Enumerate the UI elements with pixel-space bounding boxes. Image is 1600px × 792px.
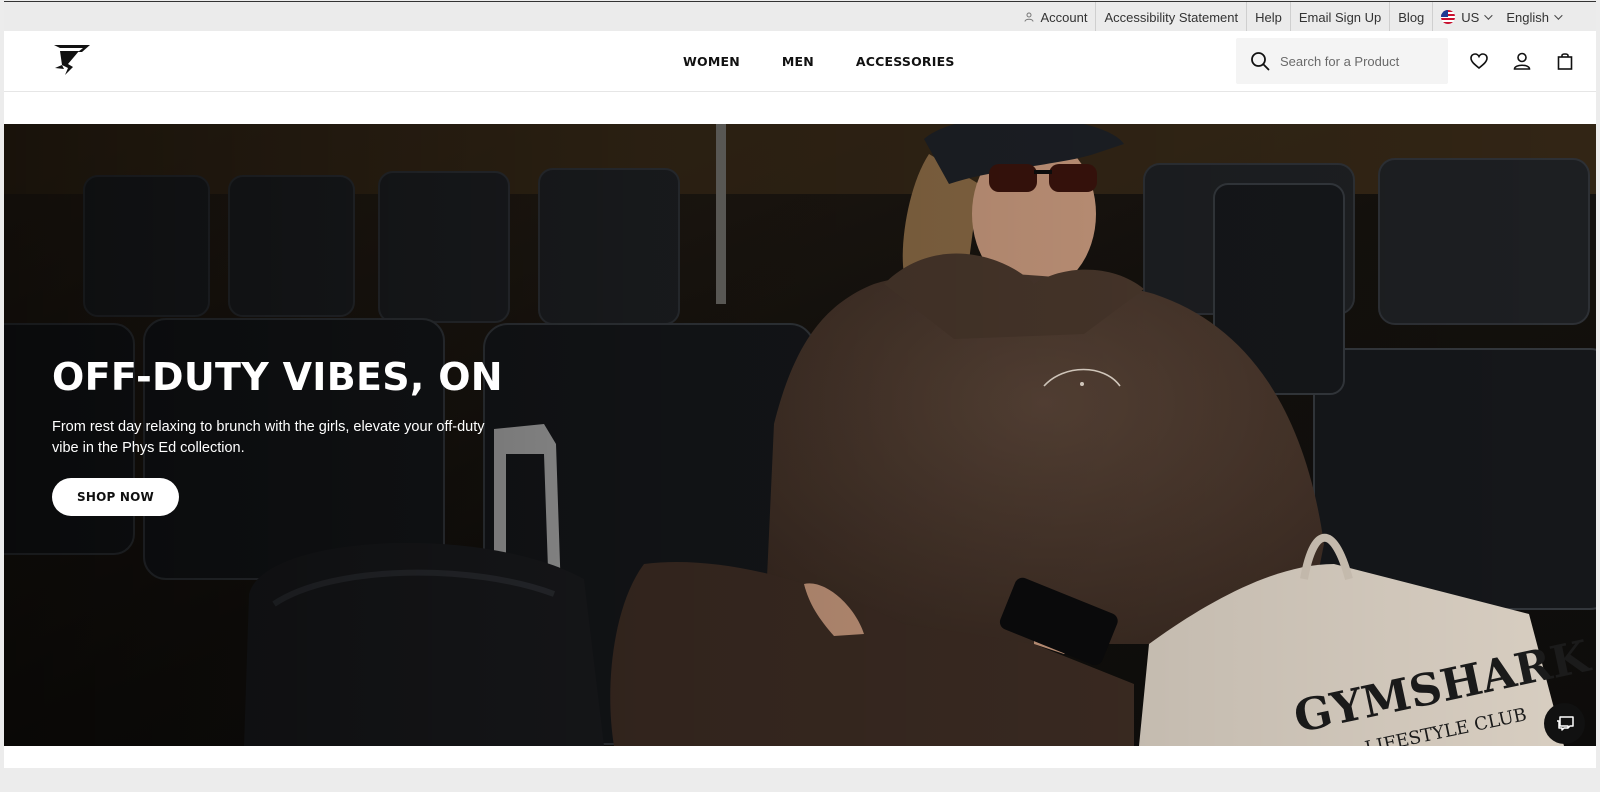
chat-icon[interactable]: [1544, 703, 1585, 744]
utility-links: Account Accessibility Statement Help Ema…: [1016, 2, 1568, 32]
nav-women[interactable]: WOMEN: [683, 54, 740, 69]
hero-title: OFF-DUTY VIBES, ON: [52, 355, 503, 399]
account-link[interactable]: Account: [1016, 2, 1097, 32]
account-user-icon[interactable]: [1511, 50, 1533, 72]
help-link[interactable]: Help: [1247, 2, 1291, 32]
account-label: Account: [1040, 9, 1088, 25]
region-selector[interactable]: US: [1433, 2, 1498, 32]
chevron-down-icon: [1554, 11, 1563, 20]
chevron-down-icon: [1484, 11, 1494, 20]
nav-men[interactable]: MEN: [782, 54, 814, 69]
blog-link[interactable]: Blog: [1390, 2, 1434, 32]
search-icon[interactable]: [1250, 51, 1270, 71]
hero-banner: GYMSHARK LIFESTYLE CLUB OFF-DUTY VIBES, …: [4, 124, 1596, 746]
nav-accessories[interactable]: ACCESSORIES: [856, 54, 955, 69]
main-header: WOMEN MEN ACCESSORIES: [4, 31, 1596, 92]
hero-subtitle: From rest day relaxing to brunch with th…: [52, 419, 485, 456]
accessibility-statement-link[interactable]: Accessibility Statement: [1096, 2, 1248, 32]
region-label: US: [1461, 9, 1480, 25]
shopping-bag-icon[interactable]: [1554, 50, 1576, 72]
shop-now-button[interactable]: SHOP NOW: [52, 478, 179, 516]
utility-bar: Account Accessibility Statement Help Ema…: [4, 1, 1596, 32]
search-box[interactable]: [1236, 38, 1448, 84]
gymshark-logo-icon[interactable]: [52, 44, 92, 76]
language-selector[interactable]: English: [1498, 2, 1568, 32]
account-small-icon: [1024, 10, 1034, 25]
main-nav: WOMEN MEN ACCESSORIES: [683, 31, 955, 92]
language-label: English: [1506, 9, 1549, 25]
search-input[interactable]: [1280, 53, 1440, 69]
wishlist-heart-icon[interactable]: [1468, 50, 1490, 72]
email-signup-link[interactable]: Email Sign Up: [1291, 2, 1391, 32]
us-flag-icon: [1441, 10, 1456, 24]
header-spacer: [4, 92, 1596, 124]
below-hero-band: [4, 746, 1596, 768]
